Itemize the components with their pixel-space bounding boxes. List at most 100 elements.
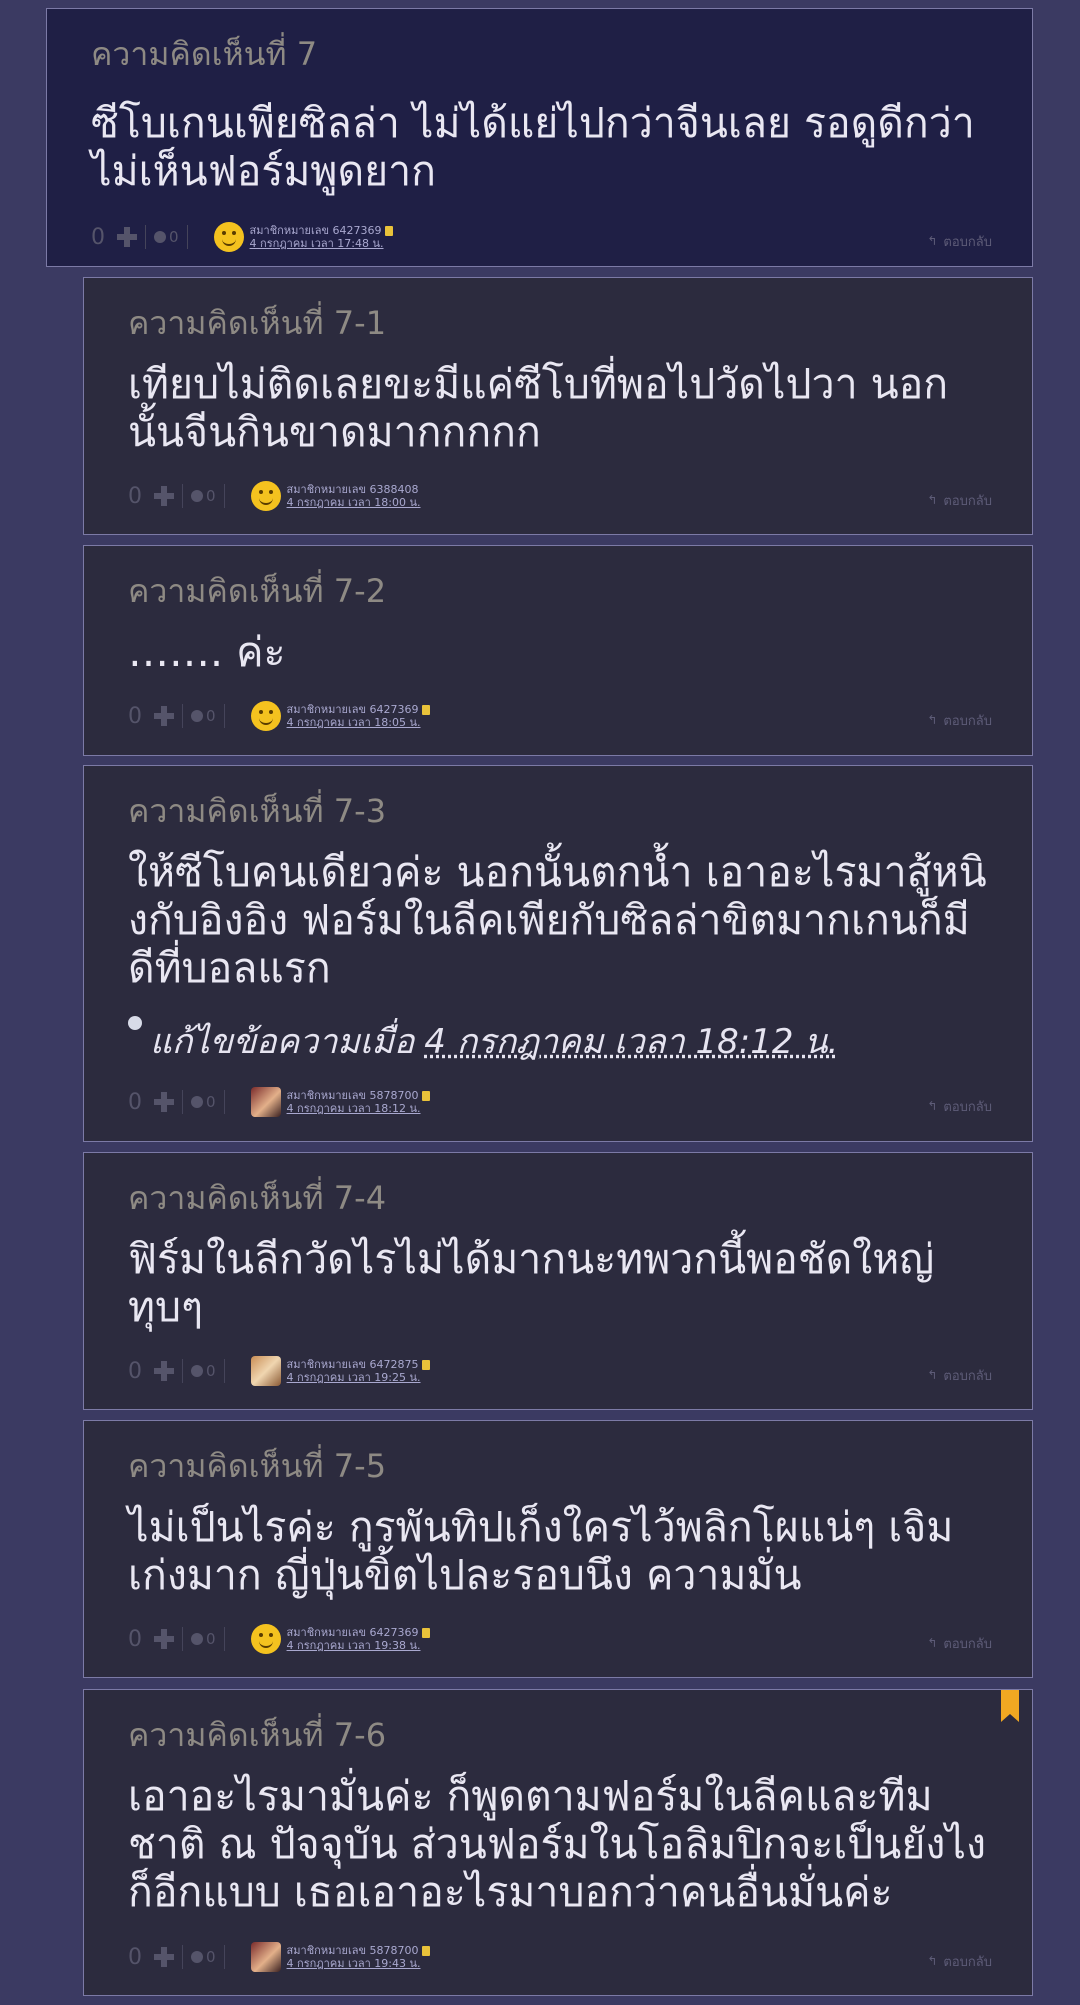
emotion-control[interactable]: 0 [191,707,216,725]
member-name[interactable]: สมาชิกหมายเลข 6427369 [287,703,431,716]
reply-button[interactable]: ↰ ตอบกลับ [927,1096,992,1117]
comment-header: ความคิดเห็นที่ 7-1 [128,304,387,342]
reply-icon: ↰ [927,1636,938,1650]
bookmark-icon[interactable] [1001,1690,1019,1722]
comment-footer: 0 0 สมาชิกหมายเลข 6427369 4 กรกฎาคม เวลา… [91,219,992,255]
member-name[interactable]: สมาชิกหมายเลข 6427369 [287,1626,431,1639]
member-name-text[interactable]: สมาชิกหมายเลข 6388408 [287,483,419,496]
member-name-text[interactable]: สมาชิกหมายเลข 5878700 [287,1944,419,1957]
plus-icon[interactable] [154,1092,174,1112]
comment-body: เทียบไม่ติดเลยขะมีแค่ซีโบที่พอไปวัดไปวา … [128,360,949,456]
divider [182,484,183,508]
post-time[interactable]: 4 กรกฎาคม เวลา 18:05 น. [287,716,431,729]
member-name[interactable]: สมาชิกหมายเลข 6388408 [287,483,421,496]
member-name[interactable]: สมาชิกหมายเลข 5878700 [287,1944,431,1957]
member-badge-icon [422,1090,431,1101]
comment-header: ความคิดเห็นที่ 7-5 [128,1447,387,1485]
avatar[interactable] [213,222,244,252]
divider [186,225,188,249]
divider [182,1627,183,1651]
emotion-icon [154,231,166,243]
avatar[interactable] [250,1087,281,1117]
comment-card-7-4: ความคิดเห็นที่ 7-4 ฟิร์มในลีกวัดไรไม่ได้… [83,1152,1033,1410]
divider [223,1090,225,1114]
vote-control[interactable]: 0 [128,1090,174,1115]
comment-body: ฟิร์มในลีกวัดไรไม่ได้มากนะทพวกนี้พอชัดให… [128,1235,935,1331]
post-time[interactable]: 4 กรกฎาคม เวลา 18:00 น. [287,496,421,509]
emotion-control[interactable]: 0 [191,487,216,505]
member-name-text[interactable]: สมาชิกหมายเลข 5878700 [287,1089,419,1102]
vote-control[interactable]: 0 [128,704,174,729]
emotion-control[interactable]: 0 [191,1630,216,1648]
reply-label: ตอบกลับ [943,234,992,250]
post-time[interactable]: 4 กรกฎาคม เวลา 18:12 น. [287,1102,431,1115]
vote-control[interactable]: 0 [128,1945,174,1970]
comment-body: ไม่เป็นไรค่ะ กูรพันทิปเก็งใครไว้พลิกโผแน… [128,1503,954,1599]
member-name[interactable]: สมาชิกหมายเลข 6427369 [250,224,394,237]
comment-body: เอาอะไรมามั่นค่ะ ก็พูดตามฟอร์มในลีคและที… [128,1772,986,1916]
member-badge-icon [385,225,394,236]
comment-header: ความคิดเห็นที่ 7-2 [128,572,387,610]
divider [223,1627,225,1651]
member-name-text[interactable]: สมาชิกหมายเลข 6427369 [250,224,382,237]
member-name-text[interactable]: สมาชิกหมายเลข 6472875 [287,1358,419,1371]
plus-icon[interactable] [154,486,174,506]
vote-control[interactable]: 0 [128,1627,174,1652]
reply-label: ตอบกลับ [943,493,992,509]
plus-icon[interactable] [117,227,137,247]
emotion-control[interactable]: 0 [154,228,179,246]
avatar[interactable] [250,701,281,731]
reply-button[interactable]: ↰ ตอบกลับ [927,710,992,731]
vote-control[interactable]: 0 [91,225,137,250]
reply-button[interactable]: ↰ ตอบกลับ [927,1951,992,1972]
emotion-icon [191,1365,203,1377]
vote-count: 0 [128,703,142,729]
user-info: สมาชิกหมายเลข 6427369 4 กรกฎาคม เวลา 17:… [250,224,394,250]
reply-button[interactable]: ↰ ตอบกลับ [927,490,992,511]
avatar[interactable] [250,1942,281,1972]
member-name-text[interactable]: สมาชิกหมายเลข 6427369 [287,1626,419,1639]
user-info: สมาชิกหมายเลข 6427369 4 กรกฎาคม เวลา 18:… [287,703,431,729]
reply-label: ตอบกลับ [943,1099,992,1115]
emotion-control[interactable]: 0 [191,1948,216,1966]
avatar[interactable] [250,481,281,511]
plus-icon[interactable] [154,706,174,726]
post-time[interactable]: 4 กรกฎาคม เวลา 19:43 น. [287,1957,431,1970]
reply-button[interactable]: ↰ ตอบกลับ [927,1633,992,1654]
comment-footer: 0 0 สมาชิกหมายเลข 6472875 4 กรกฎาคม เวลา… [128,1353,992,1389]
divider [223,1945,225,1969]
divider [182,704,183,728]
post-time[interactable]: 4 กรกฎาคม เวลา 17:48 น. [250,237,394,250]
emotion-count: 0 [206,1093,216,1111]
emotion-control[interactable]: 0 [191,1362,216,1380]
plus-icon[interactable] [154,1947,174,1967]
emotion-icon [191,710,203,722]
reply-button[interactable]: ↰ ตอบกลับ [927,231,992,252]
member-badge-icon [422,1627,431,1638]
emotion-icon [191,1633,203,1645]
vote-count: 0 [128,1626,142,1652]
plus-icon[interactable] [154,1629,174,1649]
emotion-control[interactable]: 0 [191,1093,216,1111]
plus-icon[interactable] [154,1361,174,1381]
edit-time[interactable]: 4 กรกฎาคม เวลา 18:12 น. [424,1014,838,1068]
post-time[interactable]: 4 กรกฎาคม เวลา 19:25 น. [287,1371,431,1384]
comment-card-7: ความคิดเห็นที่ 7 ซีโบเกนเพียซิลล่า ไม่ได… [46,8,1033,267]
post-time[interactable]: 4 กรกฎาคม เวลา 19:38 น. [287,1639,431,1652]
reply-icon: ↰ [927,1099,938,1113]
avatar[interactable] [250,1356,281,1386]
comment-card-7-5: ความคิดเห็นที่ 7-5 ไม่เป็นไรค่ะ กูรพันทิ… [83,1420,1033,1678]
reply-icon: ↰ [927,493,938,507]
reply-label: ตอบกลับ [943,713,992,729]
vote-count: 0 [128,483,142,509]
vote-control[interactable]: 0 [128,1359,174,1384]
vote-control[interactable]: 0 [128,484,174,509]
comment-footer: 0 0 สมาชิกหมายเลข 5878700 4 กรกฎาคม เวลา… [128,1084,992,1120]
comment-footer: 0 0 สมาชิกหมายเลข 5878700 4 กรกฎาคม เวลา… [128,1939,992,1975]
reply-button[interactable]: ↰ ตอบกลับ [927,1365,992,1386]
member-name[interactable]: สมาชิกหมายเลข 5878700 [287,1089,431,1102]
avatar[interactable] [250,1624,281,1654]
member-name-text[interactable]: สมาชิกหมายเลข 6427369 [287,703,419,716]
member-name[interactable]: สมาชิกหมายเลข 6472875 [287,1358,431,1371]
comment-body: ซีโบเกนเพียซิลล่า ไม่ได้แย่ไปกว่าจีนเลย … [91,99,975,195]
